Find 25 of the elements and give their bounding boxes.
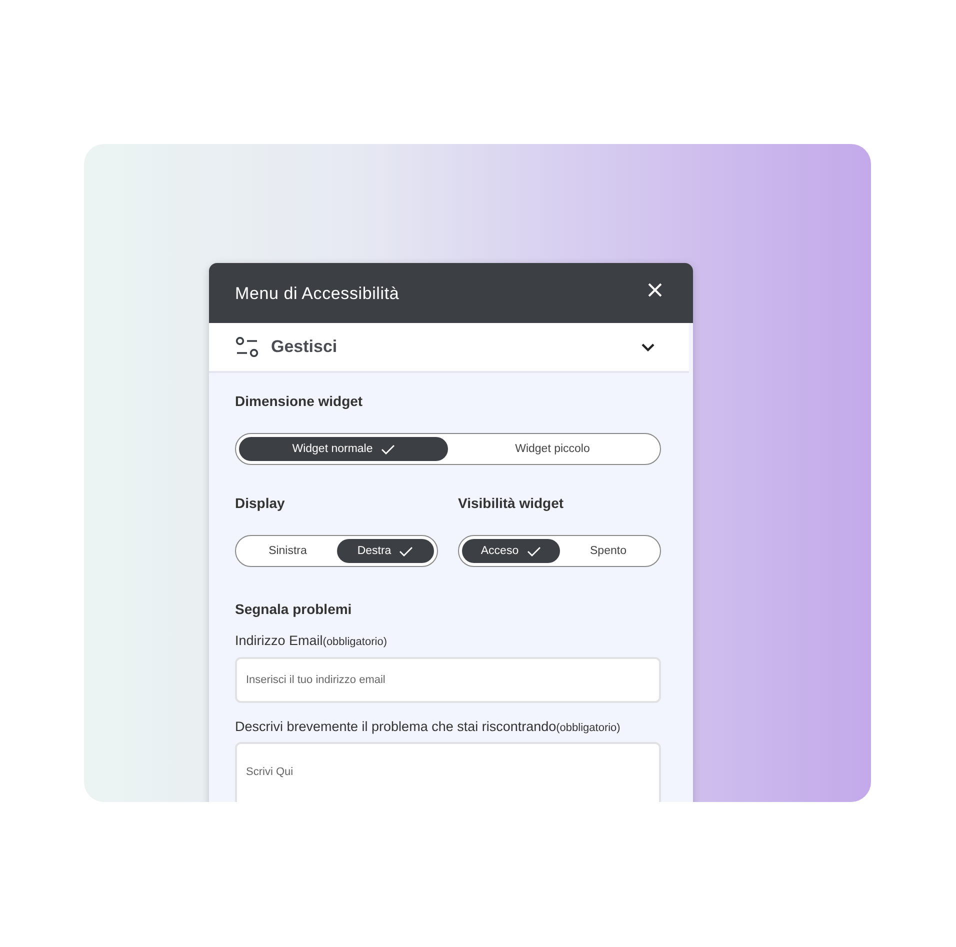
field-label: Indirizzo Email [235, 633, 323, 648]
section-heading: Segnala problemi [235, 601, 353, 617]
check-icon [380, 444, 395, 454]
chevron-icon[interactable] [641, 342, 655, 352]
sliders-icon [235, 337, 259, 357]
close-icon[interactable] [647, 282, 663, 298]
description-field[interactable]: Scrivi Qui [235, 742, 661, 802]
option-button[interactable]: Widget piccolo [448, 437, 657, 461]
window-title: Menu di Accessibilità [235, 284, 400, 304]
option-button[interactable]: Destra [336, 539, 434, 563]
field-label: Descrivi brevemente il problema che stai riscontrando [235, 719, 556, 734]
setting-label: Dimensione widget [235, 393, 364, 409]
option-button[interactable]: Sinistra [239, 539, 336, 563]
check-icon [526, 546, 541, 556]
section-title: Gestisci [271, 337, 338, 357]
setting-label: Display [235, 495, 286, 511]
email-field[interactable]: Inserisci il tuo indirizzo email [235, 657, 661, 703]
required-note: (obbligatorio) [556, 722, 620, 734]
option-button[interactable]: Acceso [462, 539, 560, 563]
option-button[interactable]: Spento [560, 539, 657, 563]
option-button[interactable]: Widget normale [239, 437, 448, 461]
check-icon [399, 546, 414, 556]
required-note: (obbligatorio) [322, 636, 387, 648]
section-header[interactable]: Gestisci [209, 323, 689, 373]
setting-label: Visibilità widget [458, 495, 565, 511]
